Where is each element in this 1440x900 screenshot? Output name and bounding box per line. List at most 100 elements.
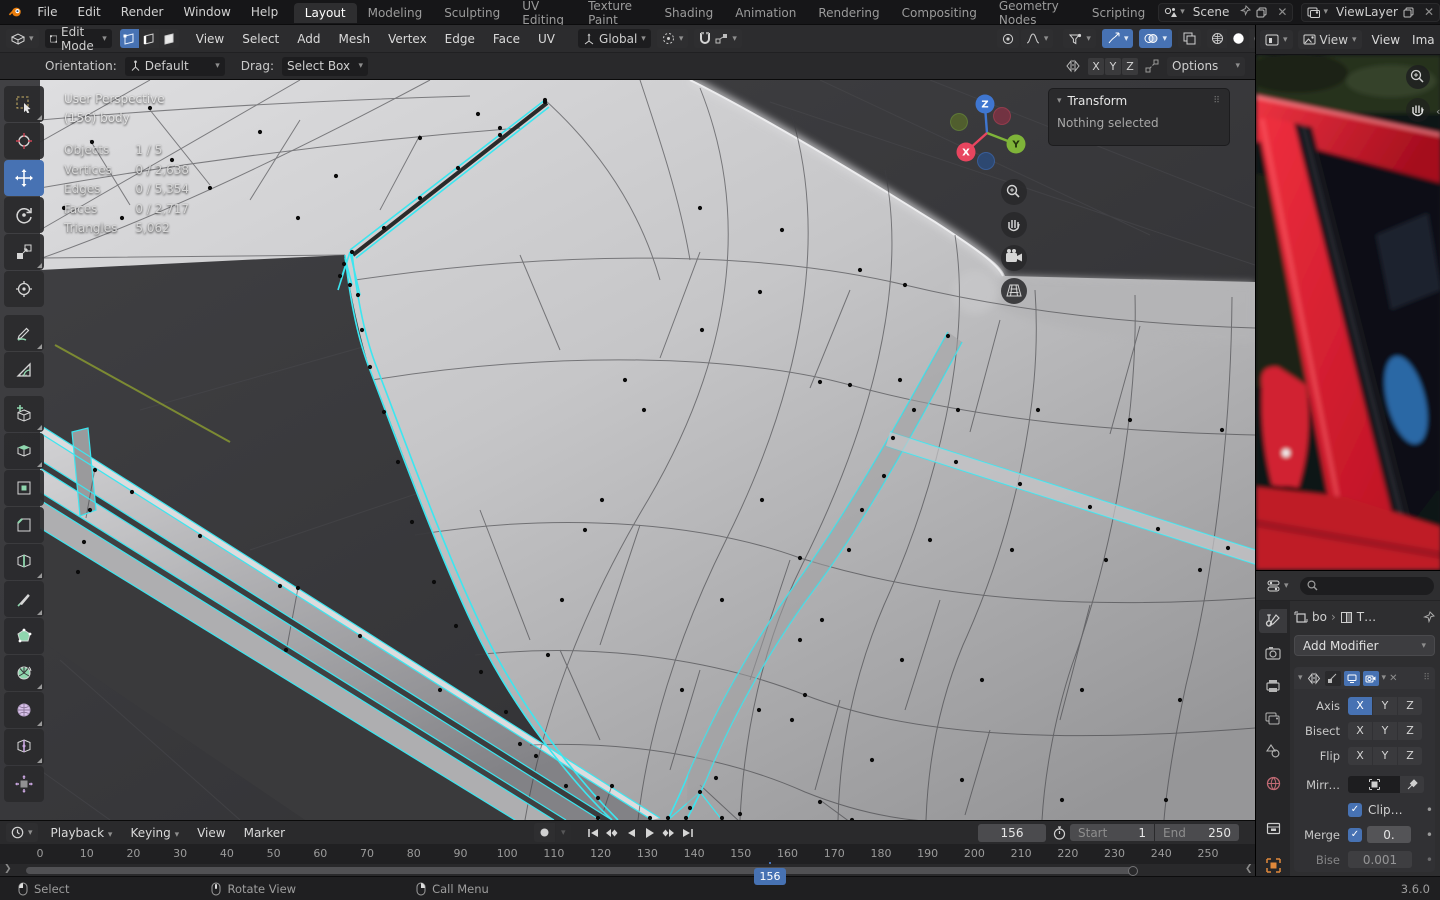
timeline-ruler[interactable]: 0 10 20 30 40 50 60 70 80 90 100 110 120 130 140 150 160…: [0, 844, 1255, 885]
breadcrumb-object[interactable]: bo: [1312, 610, 1327, 624]
menu-marker[interactable]: Marker: [235, 826, 294, 840]
editor-type-button[interactable]: ▾: [6, 29, 39, 48]
tool-edge-slide[interactable]: [4, 729, 44, 765]
mirror-x-button[interactable]: X: [1088, 57, 1104, 75]
modifier-drag-grip[interactable]: ⠿: [1423, 673, 1431, 683]
region-collapse-arrow[interactable]: ‹: [1436, 105, 1440, 118]
object-visibility-dropdown[interactable]: ▾: [1063, 29, 1096, 48]
add-modifier-dropdown[interactable]: Add Modifier ▾: [1294, 635, 1435, 656]
merge-checkbox[interactable]: ✓: [1348, 827, 1362, 842]
options-dropdown[interactable]: Options ▾: [1167, 56, 1245, 76]
menu-add[interactable]: Add: [288, 32, 329, 46]
image-menu-view[interactable]: View: [1367, 33, 1405, 47]
workspace-tab-scripting[interactable]: Scripting: [1081, 3, 1156, 23]
modifier-render-toggle[interactable]: [1362, 670, 1379, 686]
tool-inset-faces[interactable]: [4, 470, 44, 506]
flip-x-button[interactable]: X: [1348, 746, 1372, 765]
image-pan-button[interactable]: [1406, 98, 1430, 122]
menu-edit[interactable]: Edit: [68, 5, 111, 19]
close-icon[interactable]: ✕: [1419, 5, 1439, 19]
mirror-object-field[interactable]: [1348, 776, 1400, 793]
gizmo-axis-neg-z[interactable]: [977, 152, 995, 170]
tool-extrude-region[interactable]: [4, 433, 44, 469]
region-collapse-arrow[interactable]: ❮: [1245, 864, 1253, 874]
clip-checkbox[interactable]: ✓: [1348, 802, 1362, 817]
copy-icon[interactable]: [1251, 7, 1272, 18]
proportional-falloff-dropdown[interactable]: ▾: [1020, 29, 1054, 48]
tool-knife[interactable]: [4, 581, 44, 617]
menu-mesh[interactable]: Mesh: [330, 32, 380, 46]
panel-collapse-chevron[interactable]: ▾: [1057, 96, 1062, 106]
tab-modifiers[interactable]: [1259, 609, 1287, 633]
scene-name[interactable]: Scene: [1190, 5, 1230, 19]
tab-object[interactable]: [1259, 853, 1287, 876]
gizmo-axis-neg-x[interactable]: [993, 107, 1011, 125]
jump-to-start-button[interactable]: [583, 823, 602, 842]
modifier-close-icon[interactable]: ✕: [1389, 673, 1397, 684]
play-reverse-button[interactable]: [621, 823, 640, 842]
edge-select-icon[interactable]: [139, 29, 159, 48]
next-keyframe-button[interactable]: [659, 823, 678, 842]
workspace-tab-sculpting[interactable]: Sculpting: [433, 3, 511, 23]
modifier-realtime-toggle[interactable]: [1343, 670, 1360, 686]
tool-poly-build[interactable]: [4, 618, 44, 654]
viewport-3d[interactable]: Z Y X User Perspective (156) body Object…: [0, 80, 1255, 820]
viewlayer-name[interactable]: ViewLayer: [1333, 5, 1398, 19]
flip-z-button[interactable]: Z: [1398, 746, 1422, 765]
bisect-distance-field[interactable]: 0.001: [1348, 851, 1412, 868]
workspace-tab-animation[interactable]: Animation: [724, 3, 807, 23]
workspace-tab-layout[interactable]: Layout: [293, 3, 357, 23]
workspace-tab-rendering[interactable]: Rendering: [807, 3, 890, 23]
tool-smooth[interactable]: [4, 692, 44, 728]
auto-keying-toggle[interactable]: [534, 823, 555, 842]
tool-cursor[interactable]: [4, 123, 44, 159]
orthographic-toggle-button[interactable]: [1001, 278, 1027, 304]
pin-icon[interactable]: [1240, 4, 1252, 19]
tool-add-cube[interactable]: [4, 396, 44, 432]
menu-file[interactable]: File: [27, 5, 67, 19]
mode-selector[interactable]: Edit Mode ▾: [44, 25, 112, 53]
menu-uv[interactable]: UV: [529, 32, 564, 46]
tab-collection[interactable]: [1259, 817, 1287, 841]
properties-editor-type-button[interactable]: ▾: [1262, 576, 1294, 595]
scene-icon[interactable]: ▾: [1159, 7, 1190, 18]
tool-transform[interactable]: [4, 271, 44, 307]
current-frame-field[interactable]: 156: [978, 823, 1046, 842]
tool-scale[interactable]: [4, 234, 44, 270]
scene-selector[interactable]: ▾ Scene ✕: [1158, 2, 1294, 22]
modifier-extras-chevron[interactable]: ▾: [1382, 673, 1387, 683]
tool-spin[interactable]: [4, 655, 44, 691]
workspace-tab-shading[interactable]: Shading: [653, 3, 724, 23]
timeline-editor-type-button[interactable]: ▾: [6, 823, 38, 842]
tab-view-layer[interactable]: [1259, 707, 1287, 731]
tool-measure[interactable]: [4, 352, 44, 388]
start-frame-field[interactable]: Start 1: [1070, 824, 1154, 841]
mirror-modifier-header[interactable]: ▾ ▾ ✕ ⠿: [1294, 667, 1435, 689]
tool-bevel[interactable]: [4, 507, 44, 543]
vertex-select-icon[interactable]: [119, 29, 139, 48]
menu-vertex[interactable]: Vertex: [379, 32, 436, 46]
tab-world[interactable]: [1259, 772, 1287, 796]
menu-window[interactable]: Window: [174, 5, 241, 19]
mirror-y-button[interactable]: Y: [1105, 57, 1121, 75]
bisect-z-button[interactable]: Z: [1398, 721, 1422, 740]
orientation-select[interactable]: Default ▾: [124, 56, 225, 76]
axis-x-button[interactable]: X: [1348, 696, 1372, 715]
tool-move[interactable]: [4, 160, 44, 196]
animate-dot[interactable]: •: [1426, 803, 1433, 817]
breadcrumb-modifier[interactable]: T…: [1357, 610, 1376, 624]
menu-view[interactable]: View: [187, 32, 233, 46]
snap-toggle[interactable]: ▾: [694, 29, 742, 48]
animate-dot[interactable]: •: [1426, 828, 1433, 842]
zoom-button[interactable]: [1001, 179, 1027, 205]
xray-toggle[interactable]: [1178, 29, 1202, 48]
pan-hand-button[interactable]: [1001, 212, 1027, 238]
viewlayer-selector[interactable]: ▾ ViewLayer ✕: [1301, 2, 1440, 22]
timeline-scrollbar[interactable]: [26, 867, 1132, 874]
workspace-tab-compositing[interactable]: Compositing: [891, 3, 988, 23]
modifier-editmode-toggle[interactable]: [1324, 670, 1341, 686]
tool-shrink-fatten[interactable]: [4, 766, 44, 802]
merge-threshold-field[interactable]: 0.: [1367, 826, 1411, 843]
menu-help[interactable]: Help: [241, 5, 288, 19]
image-datablock-selector[interactable]: View ▾: [1297, 30, 1362, 49]
